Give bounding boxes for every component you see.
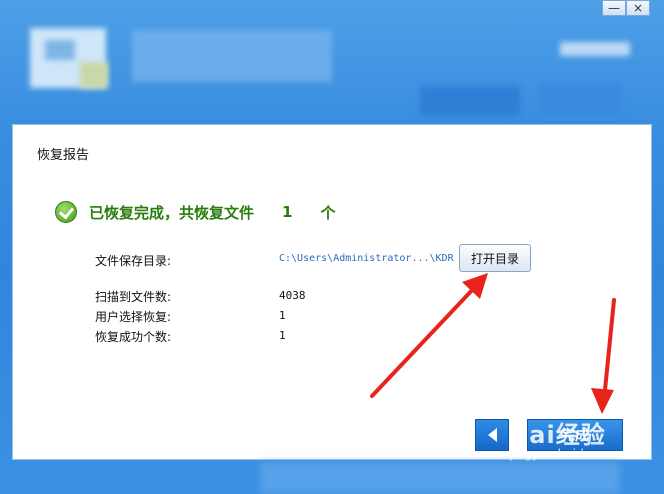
watermark-url: jingyan.baidu.com bbox=[510, 447, 621, 461]
blurred-footer bbox=[260, 462, 620, 494]
baidu-jingyan-watermark: Bai经验 jingyan.baidu.com bbox=[510, 415, 621, 461]
arrow-to-finish bbox=[591, 298, 616, 414]
arrow-to-open-directory bbox=[370, 273, 488, 398]
watermark-logo: Bai经验 bbox=[510, 421, 606, 449]
